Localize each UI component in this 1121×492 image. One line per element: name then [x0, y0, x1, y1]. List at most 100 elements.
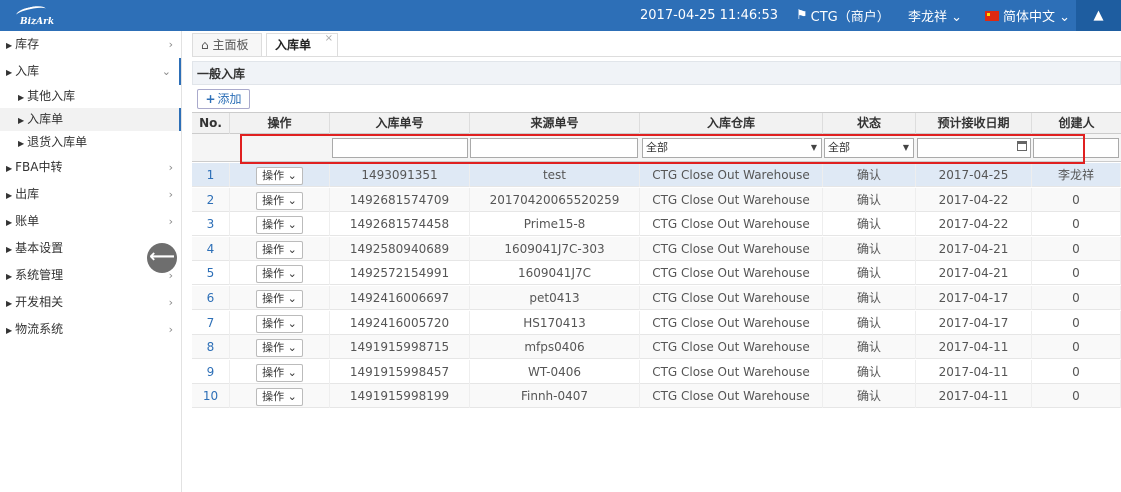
- cell-no: 1: [192, 163, 230, 187]
- triangle-right-icon: ▶: [6, 191, 13, 200]
- row-actions-dropdown[interactable]: 操作 ⌄: [256, 240, 303, 259]
- table-row[interactable]: 7 操作 ⌄ 1492416005720 HS170413 CTG Close Out …: [192, 310, 1121, 335]
- table-row[interactable]: 9 操作 ⌄ 1491915998457 WT-0406 CTG Close Out W…: [192, 359, 1121, 384]
- cell-expected-date: 2017-04-22: [916, 187, 1032, 212]
- table-row[interactable]: 10 操作 ⌄ 1491915998199 Finnh-0407 CTG Close O…: [192, 384, 1121, 409]
- cell-warehouse: CTG Close Out Warehouse: [640, 261, 823, 286]
- highlight-box: [240, 134, 1085, 164]
- cell-source-no: 1609041J7C-303: [470, 236, 640, 261]
- cell-warehouse: CTG Close Out Warehouse: [640, 187, 823, 212]
- row-actions-dropdown[interactable]: 操作 ⌄: [256, 265, 303, 284]
- cell-no: 10: [192, 384, 230, 409]
- org-selector[interactable]: ⚑ CTG（商户）: [796, 0, 890, 31]
- col-header-status[interactable]: 状态: [823, 113, 916, 134]
- sidebar-item-return-inbound[interactable]: ▶ 退货入库单: [0, 131, 181, 154]
- cell-actions: 操作 ⌄: [230, 310, 330, 335]
- col-header-warehouse[interactable]: 入库仓库: [640, 113, 823, 134]
- cell-creator: 0: [1032, 236, 1121, 261]
- col-header-actions[interactable]: 操作: [230, 113, 330, 134]
- table-row[interactable]: 6 操作 ⌄ 1492416006697 pet0413 CTG Close Out W…: [192, 286, 1121, 310]
- sidebar-item-label: 库存: [15, 37, 40, 51]
- triangle-right-icon: ▶: [6, 68, 13, 77]
- sidebar-item-inventory[interactable]: ▶ 库存 ›: [0, 31, 181, 58]
- chevron-right-icon: ›: [168, 296, 173, 309]
- chevron-right-icon: ›: [168, 323, 173, 336]
- cell-expected-date: 2017-04-11: [916, 335, 1032, 360]
- row-actions-dropdown[interactable]: 操作 ⌄: [256, 339, 303, 358]
- row-actions-dropdown[interactable]: 操作 ⌄: [256, 314, 303, 333]
- org-label: CTG（商户）: [810, 10, 890, 25]
- sidebar-item-label: 入库: [15, 64, 40, 78]
- close-icon[interactable]: ×: [325, 28, 333, 50]
- sidebar-item-outbound[interactable]: ▶ 出库 ›: [0, 181, 181, 208]
- row-actions-dropdown[interactable]: 操作 ⌄: [256, 216, 303, 235]
- cell-creator: 0: [1032, 310, 1121, 335]
- table-row[interactable]: 5 操作 ⌄ 1492572154991 1609041J7C CTG Close Ou…: [192, 261, 1121, 286]
- sidebar-item-label: 系统管理: [15, 268, 64, 282]
- cell-source-no: Finnh-0407: [470, 384, 640, 409]
- cell-status: 确认: [823, 384, 916, 409]
- cell-inbound-no: 1491915998457: [330, 359, 470, 384]
- col-header-creator[interactable]: 创建人: [1032, 113, 1121, 134]
- collapse-sidebar-button[interactable]: ⟵: [147, 243, 177, 273]
- col-header-no[interactable]: No.: [192, 113, 230, 134]
- cell-creator: 0: [1032, 212, 1121, 237]
- cell-actions: 操作 ⌄: [230, 286, 330, 310]
- cell-creator: 0: [1032, 286, 1121, 310]
- cell-status: 确认: [823, 359, 916, 384]
- cell-source-no: test: [470, 163, 640, 187]
- col-header-expected-date[interactable]: 预计接收日期: [916, 113, 1032, 134]
- cell-actions: 操作 ⌄: [230, 163, 330, 187]
- chevron-right-icon: ›: [168, 161, 173, 174]
- cell-actions: 操作 ⌄: [230, 187, 330, 212]
- cell-creator: 0: [1032, 335, 1121, 360]
- cell-source-no: mfps0406: [470, 335, 640, 360]
- tab-inbound-order[interactable]: 入库单 ×: [266, 33, 338, 56]
- row-actions-dropdown[interactable]: 操作 ⌄: [256, 290, 303, 308]
- sidebar-item-logistics[interactable]: ▶ 物流系统 ›: [0, 316, 181, 343]
- pin-button[interactable]: ▲: [1076, 0, 1121, 31]
- col-header-source-no[interactable]: 来源单号: [470, 113, 640, 134]
- cell-expected-date: 2017-04-11: [916, 384, 1032, 409]
- col-header-inbound-no[interactable]: 入库单号: [330, 113, 470, 134]
- sidebar-item-inbound[interactable]: ▶ 入库 ⌄: [0, 58, 181, 85]
- logo-text: BizArk: [20, 17, 55, 27]
- sidebar-item-label: 开发相关: [15, 295, 64, 309]
- sidebar-item-inbound-order[interactable]: ▶ 入库单: [0, 108, 181, 131]
- sidebar-item-billing[interactable]: ▶ 账单 ›: [0, 208, 181, 235]
- sidebar-item-label: 出库: [15, 187, 40, 201]
- table-row[interactable]: 8 操作 ⌄ 1491915998715 mfps0406 CTG Close Out …: [192, 335, 1121, 360]
- row-actions-dropdown[interactable]: 操作 ⌄: [256, 388, 303, 407]
- cell-source-no: Prime15-8: [470, 212, 640, 237]
- sidebar-item-development[interactable]: ▶ 开发相关 ›: [0, 289, 181, 316]
- triangle-right-icon: ▶: [6, 272, 13, 281]
- plus-icon: +: [205, 92, 216, 106]
- tab-dashboard[interactable]: ⌂ 主面板: [192, 33, 262, 56]
- triangle-right-icon: ▶: [6, 218, 13, 227]
- tab-label: 入库单: [275, 38, 312, 52]
- language-selector[interactable]: 简体中文 ⌄: [985, 0, 1070, 31]
- cell-source-no: pet0413: [470, 286, 640, 310]
- table-row[interactable]: 1 操作 ⌄ 1493091351 test CTG Close Out Warehou…: [192, 163, 1121, 187]
- triangle-right-icon: ▶: [18, 139, 25, 148]
- sidebar-item-other-inbound[interactable]: ▶ 其他入库: [0, 85, 181, 108]
- table-row[interactable]: 2 操作 ⌄ 1492681574709 20170420065520259 CTG C…: [192, 187, 1121, 212]
- table-row[interactable]: 4 操作 ⌄ 1492580940689 1609041J7C-303 CTG Clos…: [192, 236, 1121, 261]
- row-actions-dropdown[interactable]: 操作 ⌄: [256, 363, 303, 382]
- section-title: 一般入库: [192, 61, 1121, 85]
- cell-source-no: HS170413: [470, 310, 640, 335]
- table-row[interactable]: 3 操作 ⌄ 1492681574458 Prime15-8 CTG Close Out…: [192, 212, 1121, 237]
- add-button[interactable]: + 添加: [197, 89, 250, 109]
- cell-actions: 操作 ⌄: [230, 261, 330, 286]
- sidebar-item-label: FBA中转: [15, 160, 63, 174]
- cell-status: 确认: [823, 310, 916, 335]
- cell-actions: 操作 ⌄: [230, 359, 330, 384]
- user-menu[interactable]: 李龙祥 ⌄: [908, 0, 962, 31]
- bizark-logo[interactable]: BizArk: [8, 3, 68, 29]
- cell-status: 确认: [823, 163, 916, 187]
- sidebar-item-fba-transfer[interactable]: ▶ FBA中转 ›: [0, 154, 181, 181]
- cell-creator: 0: [1032, 261, 1121, 286]
- row-actions-dropdown[interactable]: 操作 ⌄: [256, 191, 303, 210]
- row-actions-dropdown[interactable]: 操作 ⌄: [256, 167, 303, 185]
- cell-status: 确认: [823, 212, 916, 237]
